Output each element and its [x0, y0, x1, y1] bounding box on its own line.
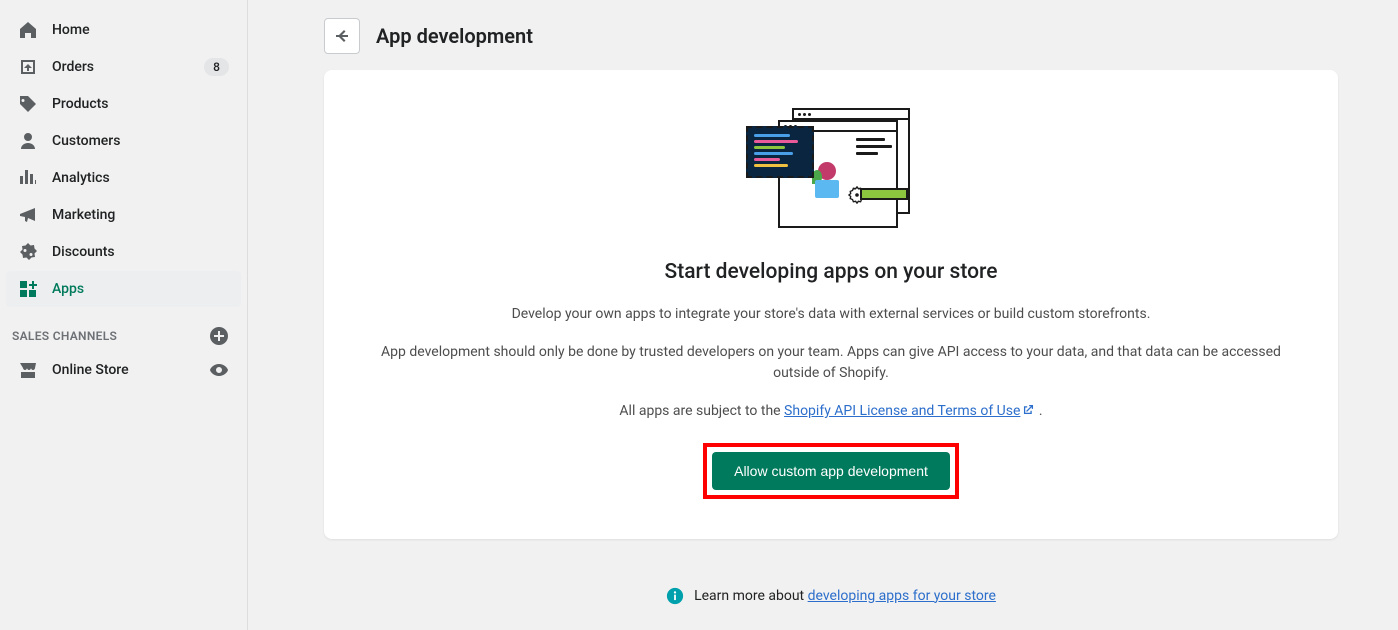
- allow-custom-app-dev-button[interactable]: Allow custom app development: [712, 452, 950, 490]
- page-title: App development: [376, 24, 533, 48]
- footer-text: Learn more about developing apps for you…: [694, 588, 996, 604]
- home-icon: [18, 20, 38, 40]
- channel-label: Online Store: [52, 362, 209, 378]
- terms-prefix: All apps are subject to the: [619, 403, 784, 419]
- nav-item-apps[interactable]: Apps: [6, 271, 241, 307]
- app-dev-card: Start developing apps on your store Deve…: [324, 70, 1338, 539]
- nav-item-orders[interactable]: Orders 8: [6, 49, 241, 85]
- terms-link[interactable]: Shopify API License and Terms of Use: [784, 403, 1035, 419]
- nav-item-analytics[interactable]: Analytics: [6, 160, 241, 196]
- nav-list: Home Orders 8 Products Customers Analyti…: [0, 12, 247, 307]
- channels-list: Online Store: [0, 352, 247, 388]
- card-text-1: Develop your own apps to integrate your …: [364, 304, 1298, 326]
- orders-icon: [18, 57, 38, 77]
- channel-item-online-store[interactable]: Online Store: [6, 352, 241, 388]
- customers-icon: [18, 131, 38, 151]
- terms-suffix: .: [1035, 403, 1042, 419]
- main-content: App development Start developing apps on…: [248, 0, 1398, 630]
- add-channel-icon[interactable]: [209, 326, 229, 346]
- cta-highlight: Allow custom app development: [703, 443, 959, 499]
- section-label: SALES CHANNELS: [12, 329, 117, 343]
- nav-label: Apps: [52, 281, 229, 297]
- nav-item-customers[interactable]: Customers: [6, 123, 241, 159]
- nav-label: Analytics: [52, 170, 229, 186]
- nav-item-marketing[interactable]: Marketing: [6, 197, 241, 233]
- nav-label: Marketing: [52, 207, 229, 223]
- footer-info: Learn more about developing apps for you…: [324, 587, 1338, 605]
- nav-item-home[interactable]: Home: [6, 12, 241, 48]
- nav-item-products[interactable]: Products: [6, 86, 241, 122]
- external-link-icon: [1022, 403, 1035, 416]
- apps-icon: [18, 279, 38, 299]
- view-icon[interactable]: [209, 360, 229, 380]
- card-text-3: All apps are subject to the Shopify API …: [364, 401, 1298, 423]
- arrow-left-icon: [332, 26, 352, 46]
- card-text-2: App development should only be done by t…: [364, 342, 1298, 385]
- footer-link[interactable]: developing apps for your store: [808, 588, 996, 604]
- page-header: App development: [324, 18, 1338, 54]
- info-icon: [666, 587, 684, 605]
- nav-label: Home: [52, 22, 229, 38]
- discounts-icon: [18, 242, 38, 262]
- app-dev-illustration: [746, 106, 916, 236]
- nav-label: Discounts: [52, 244, 229, 260]
- products-icon: [18, 94, 38, 114]
- nav-item-discounts[interactable]: Discounts: [6, 234, 241, 270]
- back-button[interactable]: [324, 18, 360, 54]
- marketing-icon: [18, 205, 38, 225]
- analytics-icon: [18, 168, 38, 188]
- store-icon: [18, 360, 38, 380]
- sales-channels-header: SALES CHANNELS: [0, 308, 247, 352]
- card-title: Start developing apps on your store: [364, 260, 1298, 284]
- nav-label: Customers: [52, 133, 229, 149]
- orders-badge: 8: [204, 58, 229, 76]
- sidebar: Home Orders 8 Products Customers Analyti…: [0, 0, 248, 630]
- nav-label: Products: [52, 96, 229, 112]
- nav-label: Orders: [52, 59, 204, 75]
